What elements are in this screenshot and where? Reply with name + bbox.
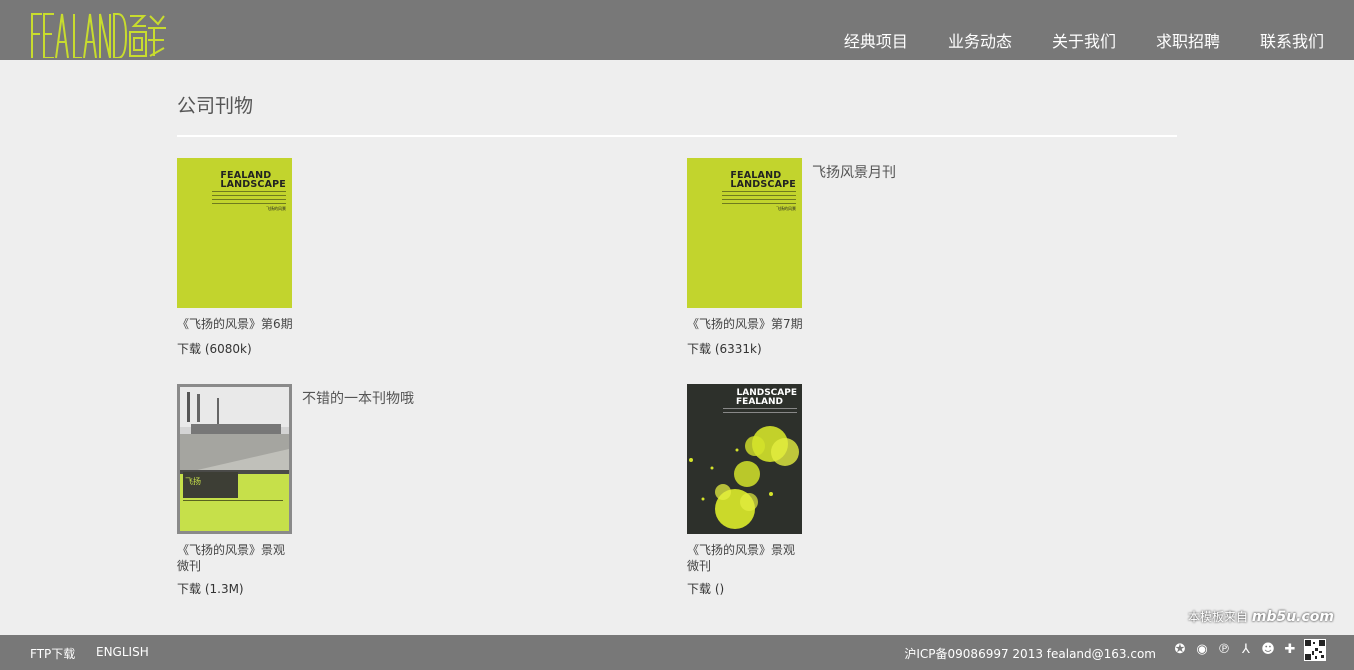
cover-issue: 飞扬的风景 xyxy=(776,206,796,211)
publication-name: 《飞扬的风景》景观微刊 xyxy=(687,543,796,573)
nav-item-projects[interactable]: 经典项目 xyxy=(844,30,908,56)
download-link[interactable]: 下载 (6331k) xyxy=(687,340,762,357)
publication-cover[interactable]: FEALAND LANDSCAPE 飞扬的风景 xyxy=(687,158,802,308)
cover-brand: 飞扬 xyxy=(185,476,201,486)
cover-decor xyxy=(722,191,796,207)
publication-name: 《飞扬的风景》第6期 xyxy=(177,317,293,331)
publication-item: LANDSCAPE FEALAND 《飞扬的风景》景观微刊 下载 () xyxy=(687,384,1087,599)
plus-icon[interactable]: ✚ xyxy=(1282,642,1298,658)
weibo-icon[interactable]: ◉ xyxy=(1194,642,1210,658)
watermark-prefix: 本模板来自 xyxy=(1188,610,1249,624)
cover-title: FEALAND LANDSCAPE xyxy=(730,171,796,190)
publication-cover[interactable]: 飞扬 xyxy=(177,384,292,534)
cover-issue: 飞扬的风景 xyxy=(266,206,286,211)
main-nav: 经典项目 业务动态 关于我们 求职招聘 联系我们 xyxy=(844,30,1324,56)
kaixin-icon[interactable]: ☻ xyxy=(1260,642,1276,658)
social-icons: ✪ ◉ ℗ ⅄ ☻ ✚ xyxy=(1166,639,1326,661)
download-link[interactable]: 下载 () xyxy=(687,580,724,597)
ftp-download-link[interactable]: FTP下载 xyxy=(30,645,75,662)
cover-photo-image: 飞扬 xyxy=(177,384,292,534)
publication-cover[interactable]: LANDSCAPE FEALAND xyxy=(687,384,802,534)
cover-decor xyxy=(212,191,286,207)
cover-circles-image: LANDSCAPE FEALAND xyxy=(687,384,802,534)
watermark-brand: mb5u.com xyxy=(1251,609,1334,625)
xing-icon[interactable]: ✪ xyxy=(1172,642,1188,658)
qrcode-graphic xyxy=(1304,639,1326,661)
title-divider xyxy=(177,135,1177,137)
qrcode-icon[interactable] xyxy=(1304,639,1326,661)
publication-item: 飞扬 不错的一本刊物哦 《飞扬的风景》景观微刊 下载 (1.3M) xyxy=(177,384,577,599)
nav-item-careers[interactable]: 求职招聘 xyxy=(1156,30,1220,56)
site-footer: FTP下载 ENGLISH 沪ICP备09086997 2013 fealand… xyxy=(0,635,1354,670)
renren-icon[interactable]: ⅄ xyxy=(1238,642,1254,658)
english-link[interactable]: ENGLISH xyxy=(96,645,149,659)
cover-title: FEALAND LANDSCAPE xyxy=(220,171,286,190)
logo[interactable] xyxy=(30,12,166,58)
publication-item: FEALAND LANDSCAPE 飞扬的风景 飞扬风景月刊 《飞扬的风景》第7… xyxy=(687,158,1087,358)
nav-item-about[interactable]: 关于我们 xyxy=(1052,30,1116,56)
publication-name: 《飞扬的风景》景观微刊 xyxy=(177,543,286,573)
publication-item: FEALAND LANDSCAPE 飞扬的风景 《飞扬的风景》第6期 下载 (6… xyxy=(177,158,577,358)
download-link[interactable]: 下载 (6080k) xyxy=(177,340,252,357)
publication-description: 不错的一本刊物哦 xyxy=(302,391,414,407)
cover-title-line: FEALAND xyxy=(736,397,783,407)
page-title: 公司刊物 xyxy=(177,95,254,117)
template-watermark[interactable]: 本模板来自 mb5u.com xyxy=(1188,608,1334,625)
nav-item-news[interactable]: 业务动态 xyxy=(948,30,1012,56)
publication-description: 飞扬风景月刊 xyxy=(812,165,896,181)
download-link[interactable]: 下载 (1.3M) xyxy=(177,580,244,597)
publication-cover[interactable]: FEALAND LANDSCAPE 飞扬的风景 xyxy=(177,158,292,308)
site-header: 经典项目 业务动态 关于我们 求职招聘 联系我们 xyxy=(0,0,1354,60)
nav-item-contact[interactable]: 联系我们 xyxy=(1260,30,1324,56)
copyright-text: 沪ICP备09086997 2013 fealand@163.com xyxy=(904,647,1156,661)
publication-name: 《飞扬的风景》第7期 xyxy=(687,317,803,331)
cover-title-line: LANDSCAPE xyxy=(730,179,796,190)
cover-title-line: LANDSCAPE xyxy=(220,179,286,190)
qzone-icon[interactable]: ℗ xyxy=(1216,642,1232,658)
